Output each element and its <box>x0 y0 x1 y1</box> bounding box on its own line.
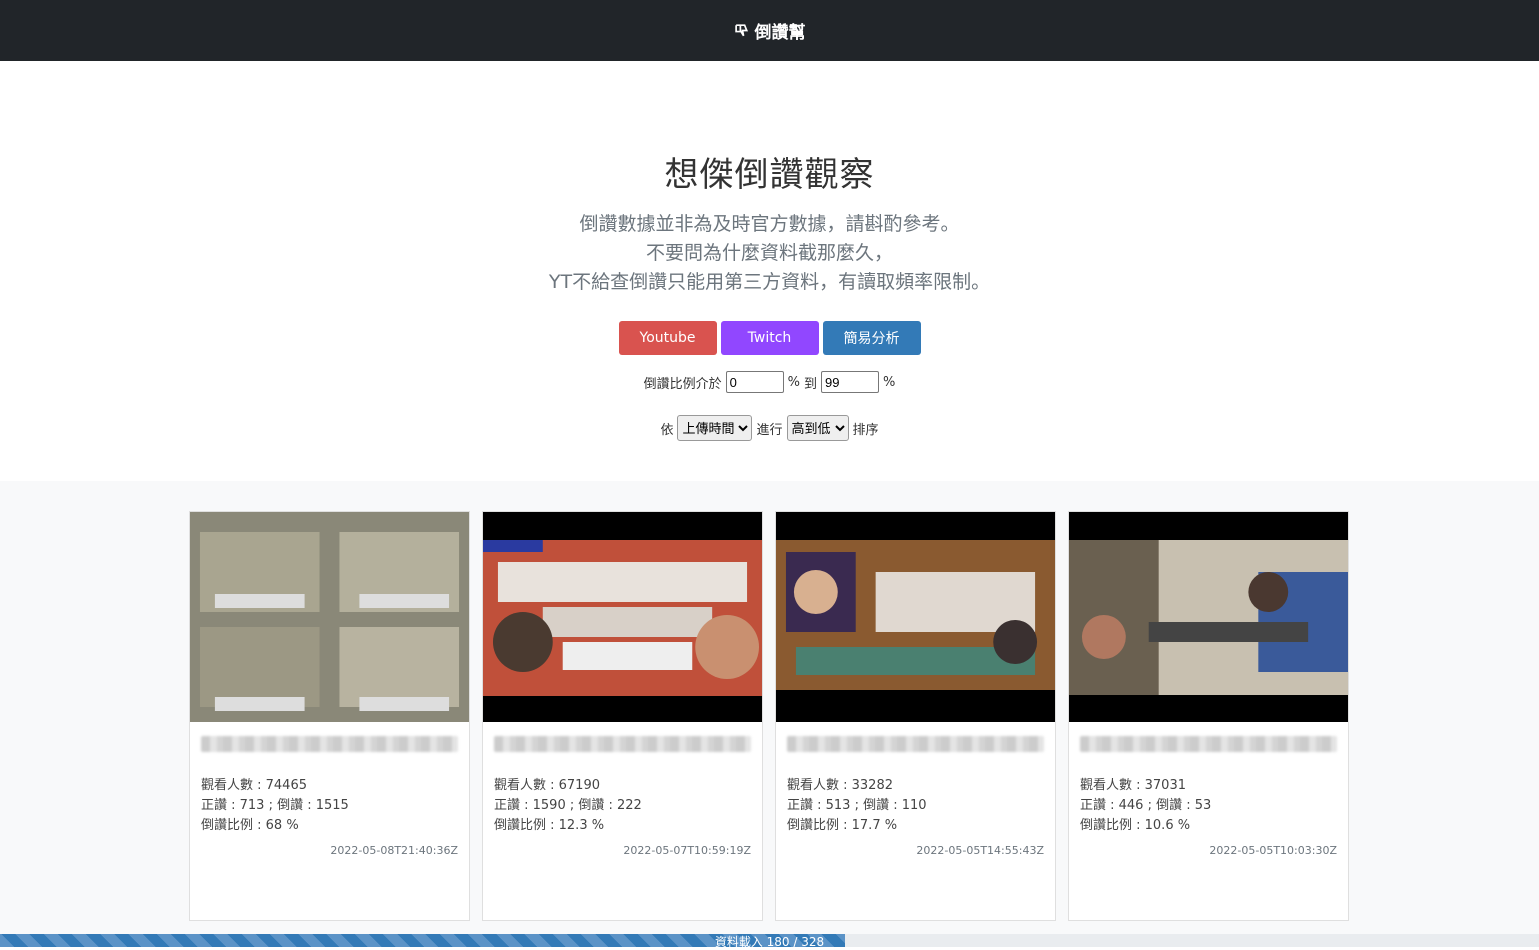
ratio-filter: 倒讚比例介於 % 到 % <box>0 371 1539 393</box>
sort-suffix-label: 排序 <box>852 422 879 438</box>
view-count: 觀看人數 : 37031 <box>1080 778 1186 793</box>
hero-line: 倒讚數據並非為及時官方數據，請斟酌參考。 <box>579 213 960 235</box>
video-card[interactable]: 觀看人數 : 37031 正讚 : 446 ; 倒讚 : 53 倒讚比例 : 1… <box>1068 511 1349 921</box>
ratio-min-input[interactable] <box>725 371 784 393</box>
video-thumbnail[interactable] <box>1069 512 1348 722</box>
blurred-title <box>494 736 751 752</box>
blurred-title <box>787 736 1044 752</box>
analysis-button[interactable]: 簡易分析 <box>822 321 921 355</box>
percent-label: % <box>883 374 896 390</box>
filter-label: 倒讚比例介於 <box>643 376 722 392</box>
video-card[interactable]: 觀看人數 : 74465 正讚 : 713 ; 倒讚 : 1515 倒讚比例 :… <box>189 511 470 921</box>
platform-buttons: Youtube Twitch 簡易分析 <box>0 321 1539 355</box>
video-card[interactable]: 觀看人數 : 33282 正讚 : 513 ; 倒讚 : 110 倒讚比例 : … <box>775 511 1056 921</box>
view-count: 觀看人數 : 67190 <box>494 778 600 793</box>
sort-order-select[interactable]: 高到低 <box>786 415 849 441</box>
dislike-ratio: 倒讚比例 : 68 % <box>201 818 299 833</box>
video-thumbnail[interactable] <box>483 512 762 722</box>
brand[interactable]: 倒讚幫 <box>734 18 806 43</box>
view-count: 觀看人數 : 74465 <box>201 778 307 793</box>
blurred-title <box>1080 736 1337 752</box>
vote-count: 正讚 : 446 ; 倒讚 : 53 <box>1080 798 1212 813</box>
hero-description: 倒讚數據並非為及時官方數據，請斟酌參考。 不要問為什麼資料截那麼久， YT不給查… <box>0 210 1539 297</box>
progress-text: 資料載入 180 / 328 <box>714 935 825 949</box>
vote-count: 正讚 : 513 ; 倒讚 : 110 <box>787 798 927 813</box>
navbar: 倒讚幫 <box>0 0 1539 61</box>
video-thumbnail[interactable] <box>776 512 1055 722</box>
loading-progress: 資料載入 180 / 328 <box>0 934 1539 949</box>
page-title: 想傑倒讚觀察 <box>664 155 875 195</box>
upload-date: 2022-05-07T10:59:19Z <box>623 844 751 857</box>
hero-line: YT不給查倒讚只能用第三方資料，有讀取頻率限制。 <box>548 271 991 293</box>
youtube-button[interactable]: Youtube <box>618 321 717 355</box>
sort-do-label: 進行 <box>756 422 783 438</box>
percent-label: % <box>787 374 800 390</box>
view-count: 觀看人數 : 33282 <box>787 778 893 793</box>
ratio-max-input[interactable] <box>821 371 880 393</box>
sort-controls: 依 上傳時間 進行 高到低 排序 <box>0 415 1539 441</box>
video-thumbnail[interactable] <box>190 512 469 722</box>
upload-date: 2022-05-05T10:03:30Z <box>1209 844 1337 857</box>
vote-count: 正讚 : 713 ; 倒讚 : 1515 <box>201 798 349 813</box>
twitch-button[interactable]: Twitch <box>720 321 819 355</box>
vote-count: 正讚 : 1590 ; 倒讚 : 222 <box>494 798 642 813</box>
upload-date: 2022-05-08T21:40:36Z <box>330 844 458 857</box>
brand-label: 倒讚幫 <box>754 23 806 43</box>
upload-date: 2022-05-05T14:55:43Z <box>916 844 1044 857</box>
dislike-ratio: 倒讚比例 : 17.7 % <box>787 818 898 833</box>
blurred-title <box>201 736 458 752</box>
sort-by-label: 依 <box>660 422 674 438</box>
dislike-ratio: 倒讚比例 : 10.6 % <box>1080 818 1191 833</box>
video-cards: 觀看人數 : 74465 正讚 : 713 ; 倒讚 : 1515 倒讚比例 :… <box>189 511 1349 921</box>
video-card[interactable]: 觀看人數 : 67190 正讚 : 1590 ; 倒讚 : 222 倒讚比例 :… <box>482 511 763 921</box>
to-label: 到 <box>804 376 818 392</box>
hero-section: 想傑倒讚觀察 倒讚數據並非為及時官方數據，請斟酌參考。 不要問為什麼資料截那麼久… <box>0 61 1539 481</box>
hero-line: 不要問為什麼資料截那麼久， <box>645 242 893 264</box>
dislike-ratio: 倒讚比例 : 12.3 % <box>494 818 605 833</box>
sort-field-select[interactable]: 上傳時間 <box>677 415 753 441</box>
thumbs-down-icon <box>734 24 748 37</box>
video-list-section: 觀看人數 : 74465 正讚 : 713 ; 倒讚 : 1515 倒讚比例 :… <box>0 481 1539 947</box>
